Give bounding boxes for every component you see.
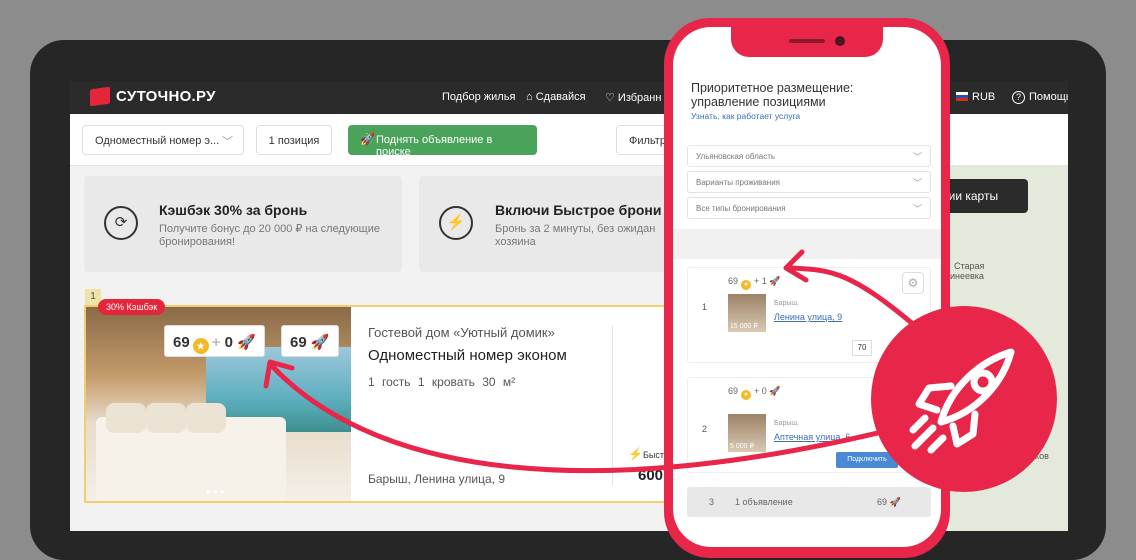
nav-find-housing[interactable]: Подбор жилья: [442, 91, 515, 103]
chevron-down-icon: ﹀: [222, 136, 233, 148]
rocket-icon: 🚀: [769, 276, 781, 286]
footer-text: 1 объявление: [735, 497, 793, 507]
map-place-label: Старая: [954, 261, 985, 271]
logo-icon: [90, 86, 110, 107]
lightning-icon: ⚡: [628, 447, 643, 461]
item-score: 69 ★ + 0 🚀: [728, 386, 781, 400]
lightning-icon: ⚡: [439, 206, 473, 240]
promo-description: Бронь за 2 минуты, без ожидан хозяина: [495, 223, 656, 248]
heart-icon: ♡: [605, 92, 618, 104]
photo-carousel-dots[interactable]: ●●●: [206, 487, 227, 496]
divider: [612, 325, 613, 485]
site-logo[interactable]: СУТОЧНО.РУ: [90, 86, 216, 107]
footer-score: 69 🚀: [877, 497, 901, 507]
item-score: 69 ★ + 1 🚀: [728, 276, 781, 290]
footer-position: 3: [709, 497, 715, 507]
listing-address: Барыш, Ленина улица, 9: [368, 472, 505, 486]
coin-icon: ★: [741, 390, 752, 400]
rocket-icon: 🚀: [889, 497, 901, 507]
logo-text: СУТОЧНО.РУ: [116, 88, 216, 105]
pillow: [106, 403, 146, 433]
item-thumbnail: 15 000 ₽: [728, 294, 766, 332]
item-street[interactable]: Аптечная улица, 6: [774, 432, 850, 442]
item-city: Барыш,: [774, 420, 799, 427]
listing-price: 600: [638, 467, 664, 484]
phone-notch: [731, 27, 883, 57]
item-street[interactable]: Ленина улица, 9: [774, 312, 842, 322]
promo-description: Получите бонус до 20 000 ₽ на следующие …: [159, 223, 380, 248]
positions-count: 1 позиция: [256, 125, 332, 155]
pillow: [146, 403, 186, 433]
coin-icon: ★: [192, 338, 209, 354]
listing-properties: 1 гость 1 кровать 30 м²: [368, 375, 516, 389]
cashback-promo[interactable]: ⟳ Кэшбэк 30% за бронь Получите бонус до …: [84, 176, 402, 272]
boost-score-badge: 69 🚀: [281, 325, 339, 357]
rocket-icon: 🚀: [769, 386, 781, 396]
coin-icon: ★: [741, 280, 752, 290]
rocket-icon: [909, 348, 1015, 454]
item-position: 1: [702, 302, 708, 312]
section-gap: [673, 229, 941, 259]
property-type: Гостевой дом «Уютный домик»: [368, 325, 555, 340]
chevron-down-icon: ﹀: [912, 204, 922, 214]
page-title: Приоритетное размещение: управление пози…: [691, 81, 854, 109]
cashback-badge: 30% Кэшбэк: [98, 299, 166, 315]
boost-listing-button[interactable]: 🚀 Поднять объявление в поиске: [348, 125, 537, 158]
listing-title[interactable]: Одноместный номер эконом: [368, 347, 567, 364]
rocket-badge: [871, 306, 1057, 492]
priority-score-badge: 69 ★ + 0 🚀: [164, 325, 265, 357]
rocket-icon: 🚀: [237, 334, 256, 351]
currency-selector[interactable]: RUB: [956, 91, 995, 103]
rocket-icon: 🚀: [360, 132, 375, 146]
house-icon: ⌂: [526, 91, 536, 103]
fast-booking-promo[interactable]: ⚡ Включи Быстрое брони Бронь за 2 минуты…: [419, 176, 679, 272]
nav-favorites[interactable]: ♡ Избранн: [605, 91, 661, 104]
promo-title: Включи Быстрое брони: [495, 202, 662, 218]
item-city: Барыш,: [774, 300, 799, 307]
map-place-label: инеевка: [950, 271, 984, 281]
item-position: 2: [702, 424, 708, 434]
help-icon: ?: [1012, 91, 1025, 104]
pillow: [186, 403, 226, 433]
nav-rent-out[interactable]: ⌂ Сдавайся: [526, 91, 586, 103]
accommodation-select[interactable]: Варианты проживания ﹀: [687, 171, 931, 193]
wallet-refresh-icon: ⟳: [104, 206, 138, 240]
russia-flag-icon: [956, 92, 968, 101]
help-link[interactable]: ? Помощь: [1012, 91, 1068, 104]
chevron-down-icon: ﹀: [912, 152, 922, 162]
item-bid-value[interactable]: 70: [852, 340, 872, 356]
how-it-works-link[interactable]: Узнать, как работает услуга: [691, 111, 800, 121]
gear-icon[interactable]: ⚙: [902, 272, 924, 294]
booking-type-select[interactable]: Все типы бронирования ﹀: [687, 197, 931, 219]
promo-title: Кэшбэк 30% за бронь: [159, 202, 308, 218]
region-select[interactable]: Ульяновская область ﹀: [687, 145, 931, 167]
fast-booking-label: ⚡Быстр: [628, 447, 669, 461]
item-thumbnail: 5 000 ₽: [728, 414, 766, 452]
room-select[interactable]: Одноместный номер э... ﹀: [82, 125, 244, 155]
chevron-down-icon: ﹀: [912, 178, 922, 188]
camera: [835, 36, 845, 46]
speaker: [789, 39, 825, 43]
rocket-icon: 🚀: [310, 334, 330, 351]
